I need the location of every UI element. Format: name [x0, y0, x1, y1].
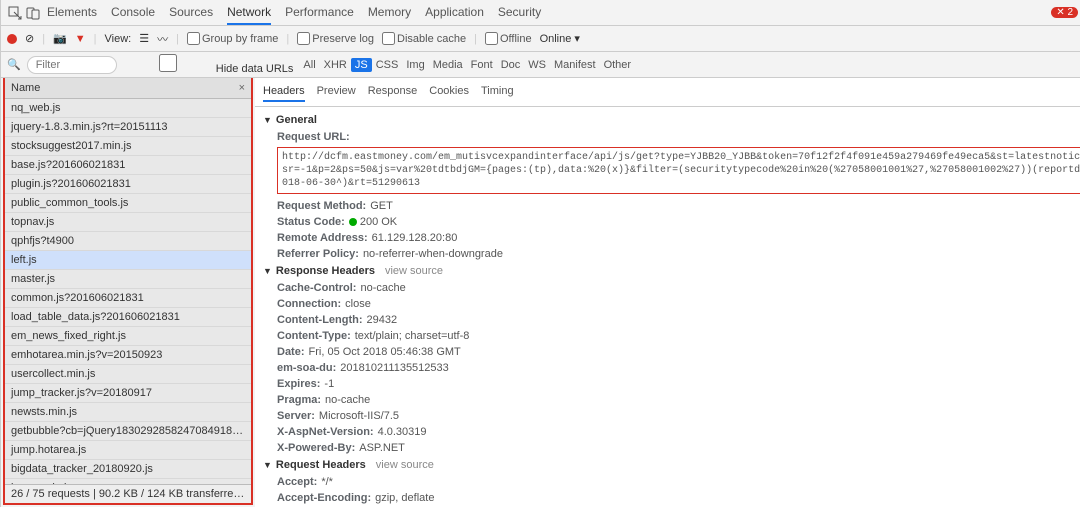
request-list-panel: Name × nq_web.jsjquery-1.8.3.min.js?rt=2…	[3, 78, 253, 505]
filter-chip[interactable]: Doc	[497, 58, 525, 72]
filter-chip[interactable]: Other	[600, 58, 636, 72]
request-item[interactable]: load_table_data.js?201606021831	[5, 308, 251, 327]
detail-tab[interactable]: Cookies	[429, 82, 469, 102]
devtools-tab[interactable]: Sources	[169, 1, 213, 25]
devtools-tab[interactable]: Elements	[47, 1, 97, 25]
request-item[interactable]: public_common_tools.js	[5, 194, 251, 213]
view-large-icon[interactable]: ☰	[139, 32, 149, 45]
filter-icon[interactable]: ▼	[75, 33, 86, 45]
view-label: View:	[105, 33, 132, 45]
devtools-tab[interactable]: Performance	[285, 1, 354, 25]
filter-chip[interactable]: Img	[402, 58, 428, 72]
network-filter-bar: 🔍 Hide data URLs AllXHRJSCSSImgMediaFont…	[1, 52, 1080, 78]
devtools-tab[interactable]: Network	[227, 1, 271, 25]
request-item[interactable]: common.js?201606021831	[5, 289, 251, 308]
response-header-row: em-soa-du:201810211135512533	[263, 360, 1080, 376]
devtools-pane: Elements Console Sources Network Performance…	[1, 0, 1080, 507]
devtools-tab[interactable]: Security	[498, 1, 541, 25]
preserve-log-checkbox[interactable]: Preserve log	[297, 32, 374, 45]
response-header-row: Pragma:no-cache	[263, 392, 1080, 408]
detail-tab[interactable]: Headers	[263, 82, 305, 102]
filter-input[interactable]	[27, 56, 117, 74]
filter-chip[interactable]: CSS	[372, 58, 403, 72]
view-wave-icon[interactable]: 〰	[157, 31, 168, 47]
response-header-row: Cache-Control:no-cache	[263, 280, 1080, 296]
response-header-row: Expires:-1	[263, 376, 1080, 392]
response-header-row: X-AspNet-Version:4.0.30319	[263, 424, 1080, 440]
response-headers-section[interactable]: ▼Response Headersview source	[263, 262, 1080, 280]
hide-data-urls-checkbox[interactable]: Hide data URLs	[123, 54, 294, 75]
request-headers-section[interactable]: ▼Request Headersview source	[263, 456, 1080, 474]
request-item[interactable]: nq_web.js	[5, 99, 251, 118]
disable-cache-checkbox[interactable]: Disable cache	[382, 32, 466, 45]
capture-icon[interactable]: 📷	[53, 32, 67, 45]
request-item[interactable]: usercollect.min.js	[5, 365, 251, 384]
detail-tab[interactable]: Timing	[481, 82, 514, 102]
record-button[interactable]	[7, 34, 17, 44]
request-detail-panel: Headers Preview Response Cookies Timing ▼Gen…	[255, 78, 1080, 507]
request-item[interactable]: jquery-1.8.3.min.js?rt=20151113	[5, 118, 251, 137]
request-item[interactable]: master.js	[5, 270, 251, 289]
filter-chip[interactable]: Manifest	[550, 58, 600, 72]
filter-chip[interactable]: WS	[524, 58, 550, 72]
general-section-header[interactable]: ▼General	[263, 111, 1080, 129]
response-header-row: Content-Type:text/plain; charset=utf-8	[263, 328, 1080, 344]
devtools-tab[interactable]: Console	[111, 1, 155, 25]
filter-funnel-icon[interactable]: 🔍	[7, 58, 21, 71]
request-url-box: http://dcfm.eastmoney.com/em_mutisvcexpa…	[277, 147, 1080, 194]
group-by-frame-checkbox[interactable]: Group by frame	[187, 32, 278, 45]
request-item[interactable]: emhotarea.min.js?v=20150923	[5, 346, 251, 365]
request-item[interactable]: plugin.js?201606021831	[5, 175, 251, 194]
response-header-row: Content-Length:29432	[263, 312, 1080, 328]
request-item[interactable]: em_news_fixed_right.js	[5, 327, 251, 346]
filter-chip[interactable]: XHR	[320, 58, 351, 72]
network-options-bar: ⊘ | 📷 ▼ | View: ☰ 〰 | Group by frame | P…	[1, 26, 1080, 52]
devtools-toolbar: Elements Console Sources Network Performance…	[1, 0, 1080, 26]
request-list-header[interactable]: Name ×	[5, 78, 251, 99]
request-item[interactable]: topnav.js	[5, 213, 251, 232]
request-item[interactable]: jump_tracker.js?v=20180917	[5, 384, 251, 403]
response-header-row: X-Powered-By:ASP.NET	[263, 440, 1080, 456]
response-header-row: Connection:close	[263, 296, 1080, 312]
request-item[interactable]: newsts.min.js	[5, 403, 251, 422]
devtools-tab[interactable]: Memory	[368, 1, 411, 25]
online-select[interactable]: Online ▾	[540, 32, 580, 45]
error-count-badge[interactable]: ✕ 2	[1051, 7, 1078, 18]
response-header-row: Date:Fri, 05 Oct 2018 05:46:38 GMT	[263, 344, 1080, 360]
close-icon[interactable]: ×	[239, 82, 245, 94]
request-item[interactable]: base.js?201606021831	[5, 156, 251, 175]
detail-tab[interactable]: Response	[368, 82, 418, 102]
request-header-row: Accept-Encoding:gzip, deflate	[263, 490, 1080, 506]
request-item[interactable]: bigdata_tracker_20180920.js	[5, 460, 251, 479]
filter-chip[interactable]: JS	[351, 58, 372, 72]
request-item[interactable]: stocksuggest2017.min.js	[5, 137, 251, 156]
response-header-row: Server:Microsoft-IIS/7.5	[263, 408, 1080, 424]
request-item[interactable]: getbubble?cb=jQuery18302928582470849183?…	[5, 422, 251, 441]
request-item[interactable]: left.js	[5, 251, 251, 270]
filter-chip[interactable]: All	[299, 58, 319, 72]
request-item[interactable]: jump.hotarea.js	[5, 441, 251, 460]
clear-icon[interactable]: ⊘	[25, 32, 34, 45]
detail-tab[interactable]: Preview	[317, 82, 356, 102]
request-list-footer: 26 / 75 requests | 90.2 KB / 124 KB tran…	[5, 484, 251, 503]
offline-checkbox[interactable]: Offline	[485, 32, 532, 45]
request-header-row: Accept:*/*	[263, 474, 1080, 490]
request-item[interactable]: qphfjs?t4900	[5, 232, 251, 251]
devtools-tab[interactable]: Application	[425, 1, 484, 25]
filter-chip[interactable]: Media	[429, 58, 467, 72]
filter-chip[interactable]: Font	[467, 58, 497, 72]
inspect-icon[interactable]	[7, 5, 23, 21]
device-toggle-icon[interactable]	[25, 5, 41, 21]
